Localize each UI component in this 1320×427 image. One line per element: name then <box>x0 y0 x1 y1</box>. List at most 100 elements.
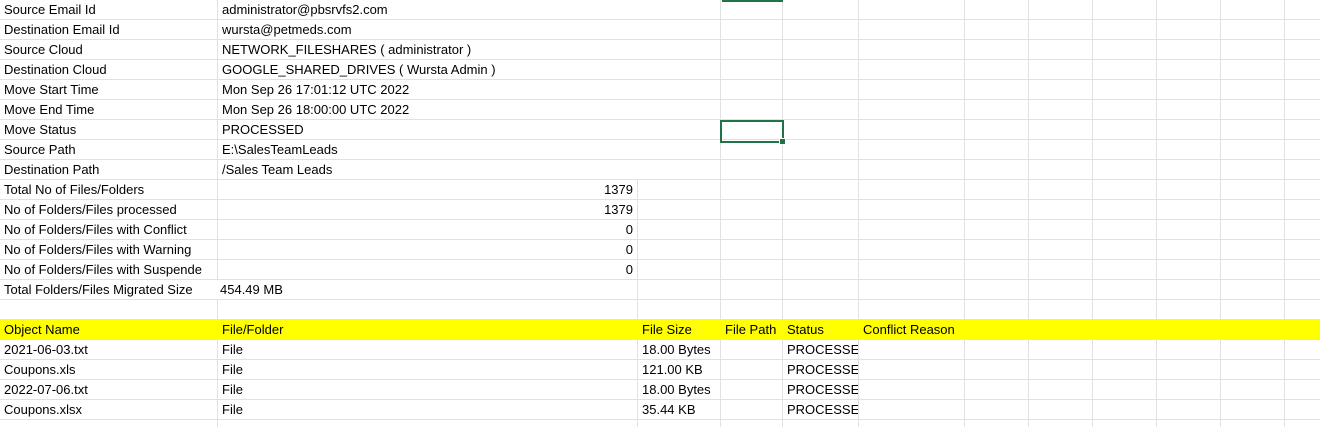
count-empty-cell[interactable] <box>721 180 783 199</box>
count-value-cell[interactable]: 1379 <box>218 200 638 219</box>
table-cell[interactable]: PROCESSED <box>783 360 859 379</box>
count-empty-cell[interactable] <box>965 180 1029 199</box>
count-empty-cell[interactable] <box>1157 200 1221 219</box>
count-empty-cell[interactable] <box>1029 200 1093 219</box>
summary-empty-cell[interactable] <box>1221 120 1285 139</box>
table-header-empty-cell[interactable] <box>1221 320 1285 339</box>
summary-empty-cell[interactable] <box>859 80 965 99</box>
summary-empty-cell[interactable] <box>1285 20 1320 39</box>
table-empty-cell[interactable] <box>1157 340 1221 359</box>
count-empty-cell[interactable] <box>1285 260 1320 279</box>
total-size-empty-cell[interactable] <box>1285 280 1320 299</box>
spreadsheet-sheet[interactable]: Source Email Id administrator@pbsrvfs2.co… <box>0 0 1320 427</box>
table-header-cell[interactable]: Object Name <box>0 320 218 339</box>
trailing-empty-cell[interactable] <box>1093 420 1157 427</box>
table-empty-cell[interactable] <box>1029 380 1093 399</box>
table-cell[interactable]: 2022-07-06.txt <box>0 380 218 399</box>
total-size-label-cell[interactable]: Total Folders/Files Migrated Size <box>0 280 218 299</box>
summary-empty-cell[interactable] <box>721 80 783 99</box>
spacer-empty-cell[interactable] <box>1093 300 1157 319</box>
summary-empty-cell[interactable] <box>721 160 783 179</box>
trailing-empty-cell[interactable] <box>721 420 783 427</box>
table-header-empty-cell[interactable] <box>1093 320 1157 339</box>
summary-empty-cell[interactable] <box>1093 140 1157 159</box>
count-empty-cell[interactable] <box>1029 240 1093 259</box>
summary-empty-cell[interactable] <box>1221 160 1285 179</box>
fill-handle[interactable] <box>779 138 786 145</box>
count-empty-cell[interactable] <box>1221 200 1285 219</box>
summary-label-cell[interactable]: Move End Time <box>0 100 218 119</box>
summary-empty-cell[interactable] <box>721 100 783 119</box>
summary-empty-cell[interactable] <box>783 120 859 139</box>
summary-value-cell[interactable]: wursta@petmeds.com <box>218 20 638 39</box>
summary-empty-cell[interactable] <box>1285 80 1320 99</box>
count-empty-cell[interactable] <box>1157 180 1221 199</box>
count-empty-cell[interactable] <box>1285 180 1320 199</box>
count-empty-cell[interactable] <box>965 260 1029 279</box>
table-empty-cell[interactable] <box>965 360 1029 379</box>
summary-empty-cell[interactable] <box>783 100 859 119</box>
table-cell[interactable]: PROCESSED <box>783 340 859 359</box>
summary-empty-cell[interactable] <box>1029 20 1093 39</box>
spacer-empty-cell[interactable] <box>1285 300 1320 319</box>
summary-empty-cell[interactable] <box>638 40 721 59</box>
count-empty-cell[interactable] <box>965 220 1029 239</box>
count-label-cell[interactable]: Total No of Files/Folders <box>0 180 218 199</box>
summary-empty-cell[interactable] <box>1157 120 1221 139</box>
spacer-empty-cell[interactable] <box>0 300 218 319</box>
spacer-empty-cell[interactable] <box>1221 300 1285 319</box>
table-header-empty-cell[interactable] <box>1285 320 1320 339</box>
spacer-empty-cell[interactable] <box>783 300 859 319</box>
table-cell[interactable]: File <box>218 380 638 399</box>
total-size-value-cell[interactable]: 454.49 MB <box>218 280 638 299</box>
summary-empty-cell[interactable] <box>1093 160 1157 179</box>
trailing-empty-cell[interactable] <box>859 420 965 427</box>
summary-label-cell[interactable]: Destination Cloud <box>0 60 218 79</box>
summary-value-cell[interactable]: E:\SalesTeamLeads <box>218 140 638 159</box>
trailing-empty-cell[interactable] <box>1029 420 1093 427</box>
table-cell[interactable]: 35.44 KB <box>638 400 721 419</box>
table-empty-cell[interactable] <box>1157 380 1221 399</box>
summary-empty-cell[interactable] <box>1029 40 1093 59</box>
summary-empty-cell[interactable] <box>965 20 1029 39</box>
count-empty-cell[interactable] <box>1029 260 1093 279</box>
count-empty-cell[interactable] <box>638 240 721 259</box>
summary-empty-cell[interactable] <box>1157 140 1221 159</box>
summary-empty-cell[interactable] <box>783 80 859 99</box>
summary-empty-cell[interactable] <box>1157 40 1221 59</box>
summary-empty-cell[interactable] <box>638 100 721 119</box>
count-empty-cell[interactable] <box>1157 220 1221 239</box>
summary-value-cell[interactable]: Mon Sep 26 17:01:12 UTC 2022 <box>218 80 638 99</box>
trailing-empty-cell[interactable] <box>1221 420 1285 427</box>
cell-grid[interactable]: Source Email Id administrator@pbsrvfs2.co… <box>0 0 1320 427</box>
count-label-cell[interactable]: No of Folders/Files with Suspende <box>0 260 218 279</box>
table-header-cell[interactable]: File/Folder <box>218 320 638 339</box>
table-cell[interactable] <box>721 340 783 359</box>
count-empty-cell[interactable] <box>1221 260 1285 279</box>
total-size-empty-cell[interactable] <box>1157 280 1221 299</box>
table-cell[interactable] <box>859 340 965 359</box>
active-cell-selection[interactable] <box>720 120 784 143</box>
summary-empty-cell[interactable] <box>783 160 859 179</box>
summary-empty-cell[interactable] <box>1285 160 1320 179</box>
table-cell[interactable] <box>721 380 783 399</box>
summary-empty-cell[interactable] <box>1157 100 1221 119</box>
trailing-empty-cell[interactable] <box>1285 420 1320 427</box>
table-cell[interactable] <box>721 400 783 419</box>
summary-empty-cell[interactable] <box>638 120 721 139</box>
trailing-empty-cell[interactable] <box>783 420 859 427</box>
summary-empty-cell[interactable] <box>638 0 721 19</box>
summary-label-cell[interactable]: Source Cloud <box>0 40 218 59</box>
total-size-empty-cell[interactable] <box>1221 280 1285 299</box>
summary-empty-cell[interactable] <box>965 120 1029 139</box>
count-label-cell[interactable]: No of Folders/Files with Conflict <box>0 220 218 239</box>
table-empty-cell[interactable] <box>965 340 1029 359</box>
summary-empty-cell[interactable] <box>1221 140 1285 159</box>
spacer-empty-cell[interactable] <box>1029 300 1093 319</box>
summary-empty-cell[interactable] <box>965 60 1029 79</box>
count-empty-cell[interactable] <box>1285 200 1320 219</box>
table-cell[interactable]: PROCESSED <box>783 400 859 419</box>
summary-empty-cell[interactable] <box>859 60 965 79</box>
count-value-cell[interactable]: 0 <box>218 220 638 239</box>
table-empty-cell[interactable] <box>1029 400 1093 419</box>
